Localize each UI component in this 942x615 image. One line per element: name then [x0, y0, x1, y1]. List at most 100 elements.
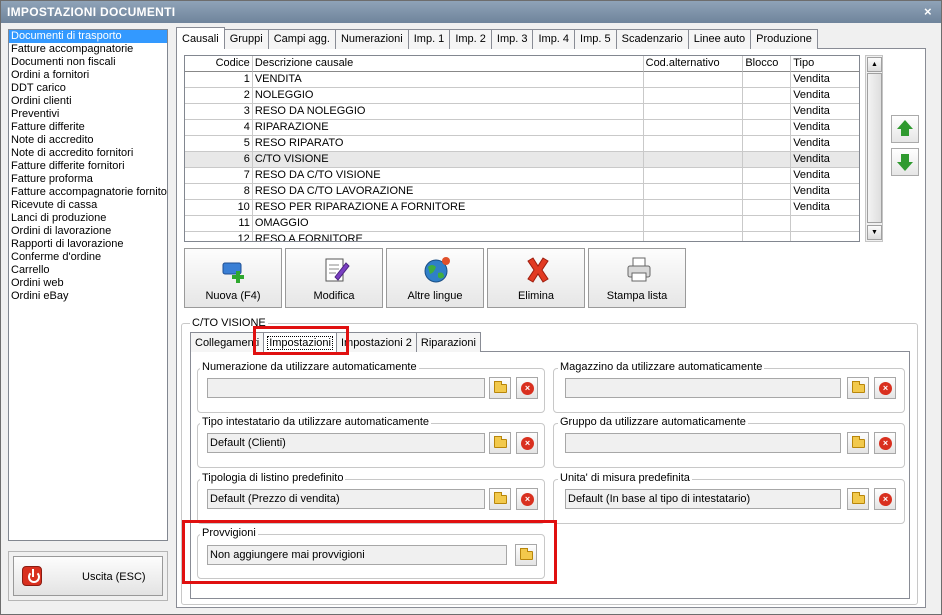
move-down-button[interactable]	[891, 148, 919, 176]
cell-codice: 11	[185, 216, 253, 232]
gruppo-clear-button[interactable]: ×	[874, 432, 896, 454]
edit-button[interactable]: Modifica	[285, 248, 383, 308]
scroll-thumb[interactable]	[867, 73, 882, 223]
tipo-intestatario-field[interactable]: Default (Clienti)	[207, 433, 485, 453]
scroll-up-icon[interactable]: ▲	[867, 57, 882, 72]
tab-causali[interactable]: Causali	[176, 27, 225, 49]
table-row[interactable]: 12 RESO A FORNITORE	[185, 232, 859, 241]
numerazione-clear-button[interactable]: ×	[516, 377, 538, 399]
tab-numerazioni[interactable]: Numerazioni	[334, 29, 409, 49]
tab-imp-4[interactable]: Imp. 4	[532, 29, 576, 49]
table-row[interactable]: 2 NOLEGGIO Vendita	[185, 88, 859, 104]
tab-gruppi[interactable]: Gruppi	[223, 29, 269, 49]
sidebar-item[interactable]: Fatture accompagnatorie fornito	[9, 186, 167, 199]
sidebar-item[interactable]: Preventivi	[9, 108, 167, 121]
header-tipo[interactable]: Tipo	[791, 56, 859, 72]
sidebar-item[interactable]: Rapporti di lavorazione	[9, 238, 167, 251]
document-type-list[interactable]: Documenti di trasporto Fatture accompagna…	[8, 29, 168, 541]
sidebar-item[interactable]: DDT carico	[9, 82, 167, 95]
table-row[interactable]: 7 RESO DA C/TO VISIONE Vendita	[185, 168, 859, 184]
sidebar-item[interactable]: Fatture differite fornitori	[9, 160, 167, 173]
cell-descrizione: RESO A FORNITORE	[253, 232, 644, 241]
tipologia-listino-field[interactable]: Default (Prezzo di vendita)	[207, 489, 485, 509]
sidebar-item[interactable]: Ordini di lavorazione	[9, 225, 167, 238]
gruppo-field[interactable]	[565, 433, 841, 453]
print-list-button[interactable]: Stampa lista	[588, 248, 686, 308]
header-cod-alternativo[interactable]: Cod.alternativo	[643, 56, 744, 72]
table-row[interactable]: 6 C/TO VISIONE Vendita	[185, 152, 859, 168]
exit-panel: Uscita (ESC)	[8, 551, 168, 601]
magazzino-browse-button[interactable]	[847, 377, 869, 399]
unita-misura-clear-button[interactable]: ×	[874, 488, 896, 510]
delete-button[interactable]: Elimina	[487, 248, 585, 308]
sidebar-item[interactable]: Fatture differite	[9, 121, 167, 134]
scroll-down-icon[interactable]: ▼	[867, 225, 882, 240]
sidebar-item[interactable]: Ordini eBay	[9, 290, 167, 303]
cell-cod-alternativo	[643, 120, 744, 136]
sidebar-item[interactable]: Ordini web	[9, 277, 167, 290]
sidebar-item[interactable]: Ricevute di cassa	[9, 199, 167, 212]
folder-icon	[494, 381, 507, 393]
cell-blocco	[743, 152, 792, 168]
tab-imp-2[interactable]: Imp. 2	[449, 29, 492, 49]
cell-tipo: Vendita	[791, 120, 859, 136]
tipo-intestatario-browse-button[interactable]	[489, 432, 511, 454]
languages-button-label: Altre lingue	[407, 290, 463, 302]
magazzino-field[interactable]	[565, 378, 841, 398]
tab-imp-1[interactable]: Imp. 1	[407, 29, 451, 49]
sidebar-item[interactable]: Ordini a fornitori	[9, 69, 167, 82]
sidebar-item[interactable]: Conferme d'ordine	[9, 251, 167, 264]
subtab-riparazioni[interactable]: Riparazioni	[415, 332, 481, 352]
sidebar-item[interactable]: Note di accredito	[9, 134, 167, 147]
grid-scrollbar[interactable]: ▲ ▼	[865, 55, 883, 242]
subtab-impostazioni[interactable]: Impostazioni	[263, 332, 337, 352]
table-row[interactable]: 10 RESO PER RIPARAZIONE A FORNITORE Vendit…	[185, 200, 859, 216]
numerazione-browse-button[interactable]	[489, 377, 511, 399]
cell-cod-alternativo	[643, 216, 744, 232]
sidebar-item[interactable]: Ordini clienti	[9, 95, 167, 108]
table-row[interactable]: 8 RESO DA C/TO LAVORAZIONE Vendita	[185, 184, 859, 200]
clear-x-icon: ×	[521, 382, 534, 395]
move-up-button[interactable]	[891, 115, 919, 143]
tipologia-listino-clear-button[interactable]: ×	[516, 488, 538, 510]
sidebar-item[interactable]: Documenti non fiscali	[9, 56, 167, 69]
sidebar-item[interactable]: Documenti di trasporto	[9, 30, 167, 43]
tab-campi-agg[interactable]: Campi agg.	[267, 29, 336, 49]
header-blocco[interactable]: Blocco	[743, 56, 792, 72]
tab-imp-5[interactable]: Imp. 5	[574, 29, 617, 49]
unita-misura-browse-button[interactable]	[847, 488, 869, 510]
sidebar-item[interactable]: Carrello	[9, 264, 167, 277]
numerazione-field[interactable]	[207, 378, 485, 398]
cell-descrizione: NOLEGGIO	[252, 88, 644, 104]
tipo-intestatario-clear-button[interactable]: ×	[516, 432, 538, 454]
tab-imp-3[interactable]: Imp. 3	[490, 29, 534, 49]
clear-x-icon: ×	[521, 437, 534, 450]
table-row[interactable]: 5 RESO RIPARATO Vendita	[185, 136, 859, 152]
subtab-label: Impostazioni 2	[340, 337, 412, 349]
close-icon[interactable]: ×	[921, 5, 935, 19]
tipologia-listino-browse-button[interactable]	[489, 488, 511, 510]
unita-misura-field[interactable]: Default (In base al tipo di intestatario…	[565, 489, 841, 509]
exit-button[interactable]: Uscita (ESC)	[13, 556, 163, 596]
cell-cod-alternativo	[643, 136, 744, 152]
cell-descrizione: RESO DA NOLEGGIO	[252, 104, 644, 120]
sidebar-item[interactable]: Fatture proforma	[9, 173, 167, 186]
header-descrizione[interactable]: Descrizione causale	[252, 56, 644, 72]
cell-tipo: Vendita	[791, 200, 859, 216]
magazzino-clear-button[interactable]: ×	[874, 377, 896, 399]
gruppo-browse-button[interactable]	[847, 432, 869, 454]
tab-linee-auto[interactable]: Linee auto	[687, 29, 752, 49]
languages-button[interactable]: Altre lingue	[386, 248, 484, 308]
table-row[interactable]: 11 OMAGGIO	[185, 216, 859, 232]
tab-scadenzario[interactable]: Scadenzario	[615, 29, 689, 49]
new-button[interactable]: Nuova (F4)	[184, 248, 282, 308]
tab-produzione[interactable]: Produzione	[750, 29, 818, 49]
delete-button-label: Elimina	[517, 290, 555, 302]
sidebar-item[interactable]: Note di accredito fornitori	[9, 147, 167, 160]
table-row[interactable]: 3 RESO DA NOLEGGIO Vendita	[185, 104, 859, 120]
header-codice[interactable]: Codice	[185, 56, 253, 72]
table-row[interactable]: 1 VENDITA Vendita	[185, 72, 859, 88]
sidebar-item[interactable]: Fatture accompagnatorie	[9, 43, 167, 56]
sidebar-item[interactable]: Lanci di produzione	[9, 212, 167, 225]
table-row[interactable]: 4 RIPARAZIONE Vendita	[185, 120, 859, 136]
